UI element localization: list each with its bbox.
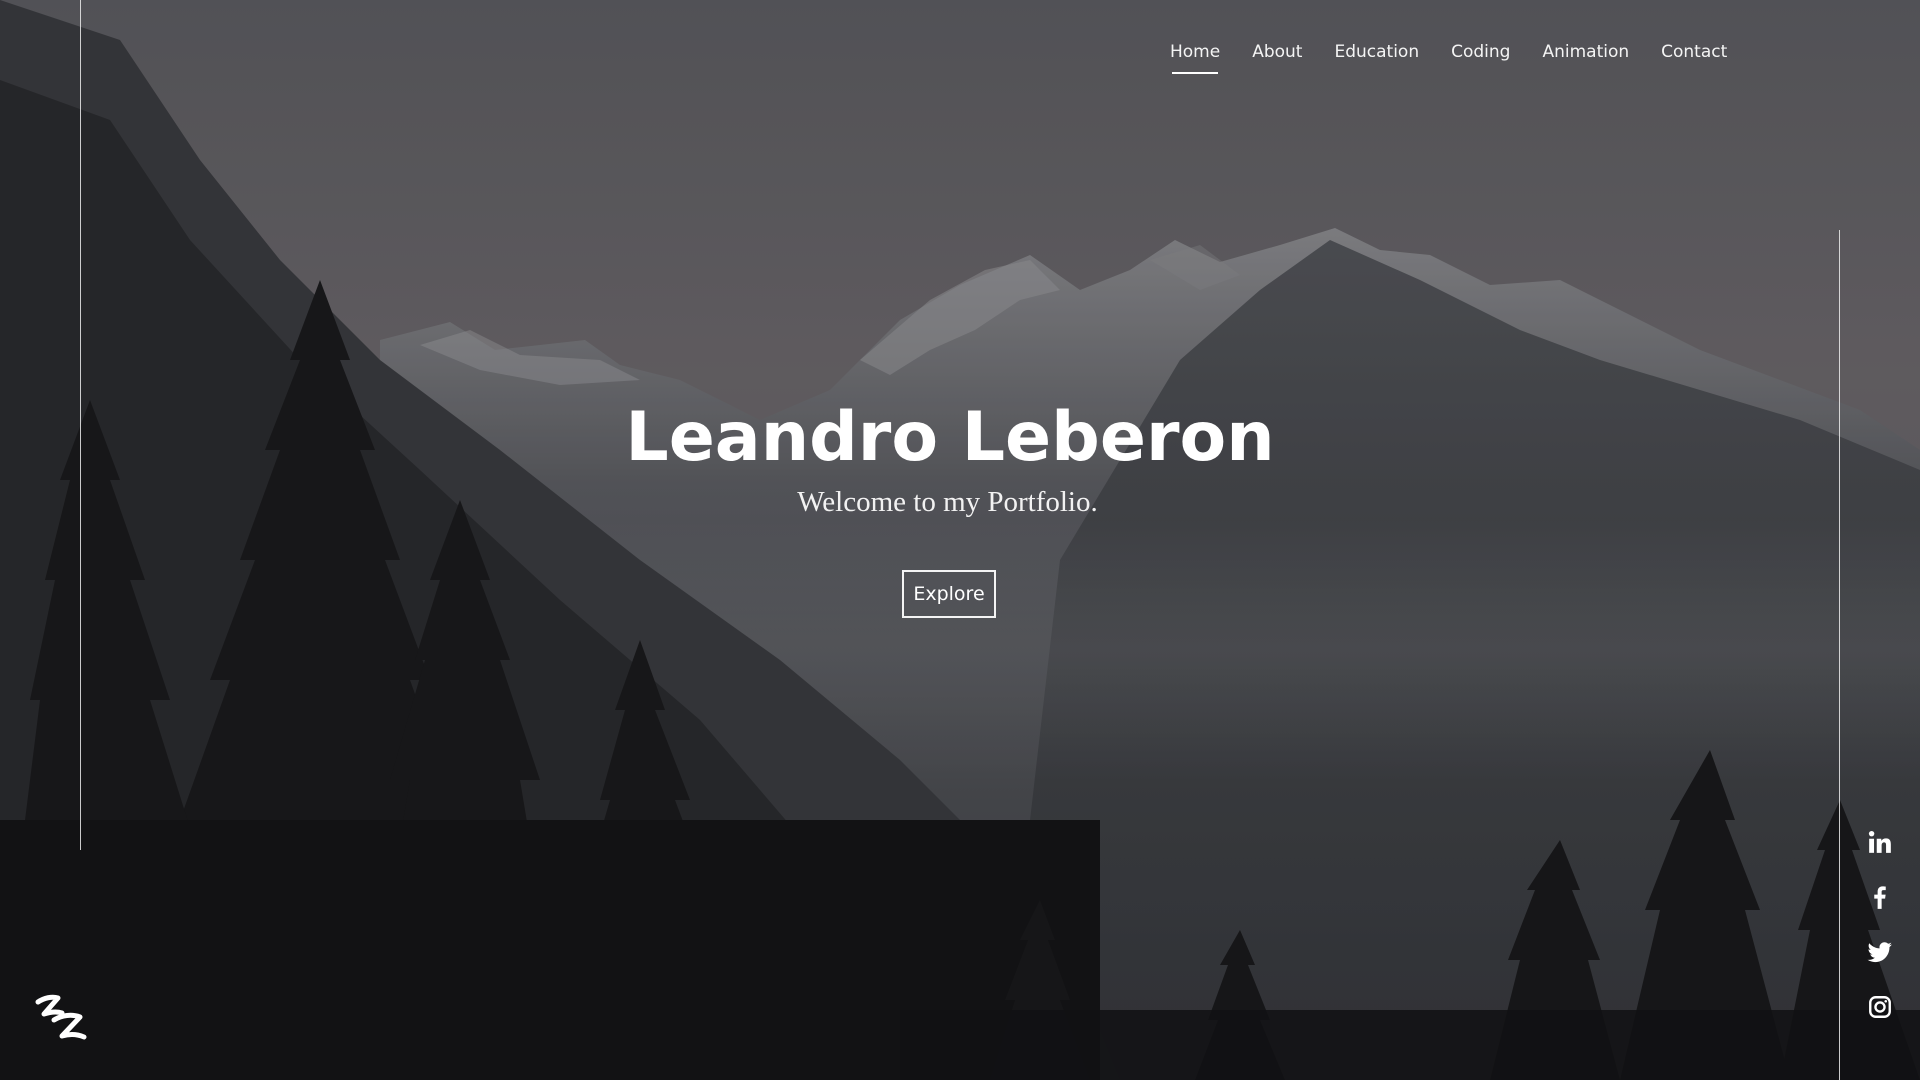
nav-item-education[interactable]: Education <box>1334 42 1419 74</box>
nav-item-about[interactable]: About <box>1252 42 1302 74</box>
explore-button[interactable]: Explore <box>902 570 996 618</box>
right-divider-line <box>1839 230 1840 1080</box>
social-links <box>1866 828 1894 1048</box>
nav-item-coding[interactable]: Coding <box>1451 42 1510 74</box>
nav-item-home[interactable]: Home <box>1170 42 1220 74</box>
nav-item-animation[interactable]: Animation <box>1542 42 1629 74</box>
mountain-background-image <box>0 0 1920 1080</box>
facebook-icon[interactable] <box>1866 883 1894 911</box>
hero-section: Home About Education Coding Animation Co… <box>0 0 1920 1080</box>
hero-title: Leandro Leberon <box>625 398 1275 477</box>
hero-subtitle: Welcome to my Portfolio. <box>797 486 1098 518</box>
main-navigation: Home About Education Coding Animation Co… <box>1170 42 1759 74</box>
instagram-icon[interactable] <box>1866 993 1894 1021</box>
linkedin-icon[interactable] <box>1866 828 1894 856</box>
nav-item-contact[interactable]: Contact <box>1661 42 1727 74</box>
zz-logo-icon[interactable] <box>32 990 90 1050</box>
twitter-icon[interactable] <box>1866 938 1894 966</box>
